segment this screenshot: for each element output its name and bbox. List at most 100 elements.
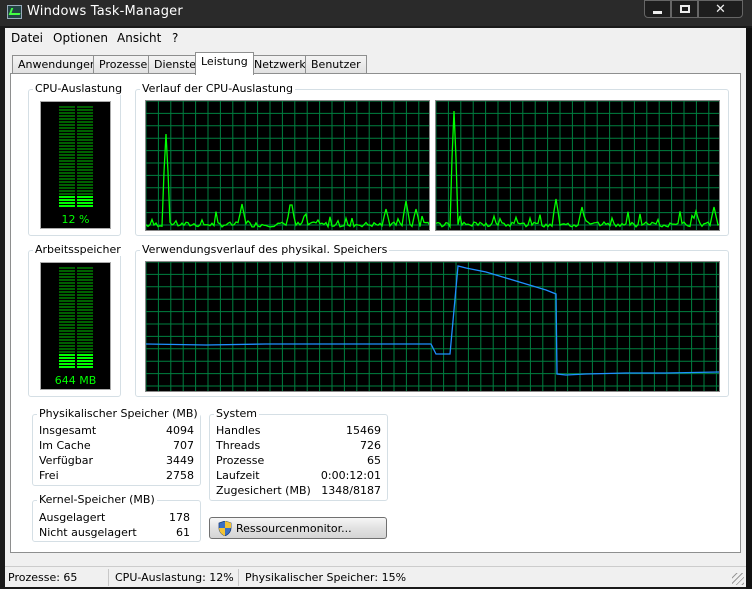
meter-segment bbox=[59, 115, 93, 117]
resource-monitor-label: Ressourcenmonitor... bbox=[236, 521, 352, 535]
tab-anwendungen[interactable]: Anwendungen bbox=[12, 55, 103, 74]
system-uptime-label: Laufzeit bbox=[216, 469, 260, 482]
task-manager-window: Windows Task-Manager ✕ Datei Optionen An… bbox=[0, 0, 752, 589]
meter-segment bbox=[59, 196, 93, 198]
system-processes-label: Prozesse bbox=[216, 454, 265, 467]
meter-segment bbox=[59, 127, 93, 129]
meter-segment bbox=[59, 175, 93, 177]
meter-segment bbox=[59, 172, 93, 174]
meter-segment bbox=[59, 184, 93, 186]
task-manager-icon bbox=[7, 5, 22, 19]
meter-segment bbox=[59, 354, 93, 356]
kernel-memory-title: Kernel-Speicher (MB) bbox=[37, 493, 157, 506]
minimize-icon bbox=[653, 10, 662, 14]
meter-segment bbox=[59, 309, 93, 311]
menu-ansicht[interactable]: Ansicht bbox=[117, 31, 161, 45]
system-group: System Handles 15469 Threads 726 Prozess… bbox=[209, 407, 388, 501]
meter-segment bbox=[59, 157, 93, 159]
meter-segment bbox=[59, 142, 93, 144]
meter-segment bbox=[59, 324, 93, 326]
meter-segment bbox=[59, 187, 93, 189]
meter-segment bbox=[59, 327, 93, 329]
kernel-paged-value: 178 bbox=[169, 511, 190, 524]
cpu-history-graph-core-2 bbox=[435, 100, 720, 231]
cpu-usage-meter: 12 % bbox=[40, 101, 111, 229]
tab-dienste[interactable]: Dienste bbox=[148, 55, 203, 74]
status-processes: Prozesse: 65 bbox=[5, 569, 109, 586]
system-threads-label: Threads bbox=[216, 439, 261, 452]
physical-available-label: Verfügbar bbox=[39, 454, 94, 467]
status-bar: Prozesse: 65 CPU-Auslastung: 12% Physika… bbox=[5, 566, 746, 587]
minimize-button[interactable] bbox=[644, 0, 671, 18]
memory-history-chart bbox=[146, 262, 719, 391]
meter-segment bbox=[59, 133, 93, 135]
tab-prozesse[interactable]: Prozesse bbox=[93, 55, 154, 74]
meter-segment bbox=[59, 130, 93, 132]
menu-optionen[interactable]: Optionen bbox=[53, 31, 108, 45]
meter-segment bbox=[59, 339, 93, 341]
tab-netzwerk[interactable]: Netzwerk bbox=[248, 55, 312, 74]
kernel-nonpaged-value: 61 bbox=[176, 526, 190, 539]
maximize-button[interactable] bbox=[671, 0, 698, 18]
client-area: Datei Optionen Ansicht ? Anwendungen Pro… bbox=[5, 28, 746, 587]
meter-segment bbox=[59, 366, 93, 368]
physical-cache-label: Im Cache bbox=[39, 439, 91, 452]
memory-meter-bars bbox=[59, 267, 93, 368]
system-title: System bbox=[214, 407, 260, 420]
meter-segment bbox=[59, 166, 93, 168]
meter-segment bbox=[59, 178, 93, 180]
physical-memory-title: Physikalischer Speicher (MB) bbox=[37, 407, 200, 420]
meter-segment bbox=[59, 336, 93, 338]
uac-shield-icon bbox=[218, 521, 232, 536]
meter-segment bbox=[59, 351, 93, 353]
system-processes-value: 65 bbox=[367, 454, 381, 467]
meter-segment bbox=[59, 124, 93, 126]
meter-segment bbox=[59, 288, 93, 290]
title-bar[interactable]: Windows Task-Manager ✕ bbox=[0, 0, 752, 26]
meter-segment bbox=[59, 282, 93, 284]
tab-benutzer[interactable]: Benutzer bbox=[305, 55, 367, 74]
kernel-memory-group: Kernel-Speicher (MB) Ausgelagert 178 Nic… bbox=[32, 493, 201, 542]
meter-segment bbox=[59, 300, 93, 302]
menu-help[interactable]: ? bbox=[172, 31, 178, 45]
system-threads-value: 726 bbox=[360, 439, 381, 452]
meter-segment bbox=[59, 202, 93, 204]
system-handles-label: Handles bbox=[216, 424, 261, 437]
meter-segment bbox=[59, 109, 93, 111]
meter-segment bbox=[59, 318, 93, 320]
physical-free-value: 2758 bbox=[166, 469, 194, 482]
cpu-history-group: Verlauf der CPU-Auslastung bbox=[135, 82, 729, 236]
window-border bbox=[746, 28, 752, 589]
resize-grip-icon[interactable] bbox=[732, 573, 744, 585]
system-commit-value: 1348/8187 bbox=[321, 484, 381, 497]
meter-segment bbox=[59, 348, 93, 350]
resource-monitor-button[interactable]: Ressourcenmonitor... bbox=[209, 517, 387, 539]
cpu-core-1-chart bbox=[146, 101, 429, 230]
meter-segment bbox=[59, 297, 93, 299]
close-button[interactable]: ✕ bbox=[698, 0, 743, 18]
tab-leistung[interactable]: Leistung bbox=[195, 52, 254, 75]
window-title: Windows Task-Manager bbox=[27, 4, 183, 19]
meter-segment bbox=[59, 160, 93, 162]
menu-datei[interactable]: Datei bbox=[11, 31, 43, 45]
cpu-history-label: Verlauf der CPU-Auslastung bbox=[140, 82, 295, 95]
menu-bar: Datei Optionen Ansicht ? bbox=[5, 28, 746, 47]
kernel-nonpaged-label: Nicht ausgelagert bbox=[39, 526, 137, 539]
meter-segment bbox=[59, 145, 93, 147]
memory-meter: 644 MB bbox=[40, 262, 111, 390]
physical-available-value: 3449 bbox=[166, 454, 194, 467]
system-uptime-value: 0:00:12:01 bbox=[320, 469, 381, 482]
memory-history-graph bbox=[145, 261, 720, 392]
memory-label: Arbeitsspeicher bbox=[33, 243, 123, 256]
physical-total-value: 4094 bbox=[166, 424, 194, 437]
meter-segment bbox=[59, 291, 93, 293]
meter-segment bbox=[59, 294, 93, 296]
physical-cache-value: 707 bbox=[173, 439, 194, 452]
cpu-core-2-line bbox=[436, 110, 719, 229]
cpu-usage-group: CPU-Auslastung 12 % bbox=[28, 82, 125, 236]
meter-segment bbox=[59, 357, 93, 359]
meter-segment bbox=[59, 303, 93, 305]
meter-segment bbox=[59, 363, 93, 365]
cpu-core-2-chart bbox=[436, 101, 719, 230]
meter-segment bbox=[59, 312, 93, 314]
